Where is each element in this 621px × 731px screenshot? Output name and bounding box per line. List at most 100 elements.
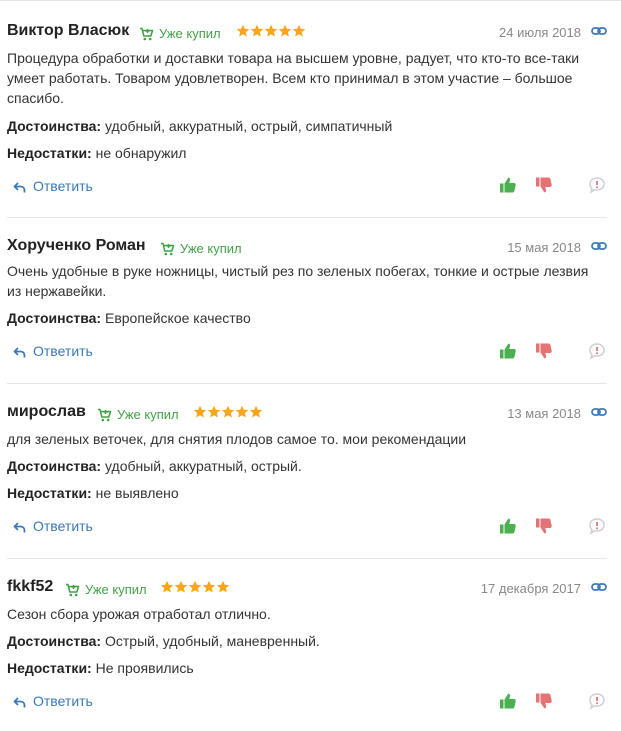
link-icon[interactable]	[591, 581, 607, 593]
review-pros: Достоинства: Европейское качество	[7, 308, 251, 328]
reply-arrow-icon	[13, 182, 26, 193]
pros-label: Достоинства:	[7, 458, 102, 474]
thumbs-down-icon[interactable]	[535, 342, 553, 360]
review-divider	[7, 558, 607, 559]
reply-arrow-icon	[13, 522, 26, 533]
bought-badge: Уже купил	[97, 407, 179, 422]
thumbs-down-icon[interactable]	[535, 176, 553, 194]
star-icon	[193, 405, 207, 418]
star-icon	[264, 24, 278, 37]
cons-label: Недостатки:	[7, 145, 92, 161]
reply-label: Ответить	[33, 343, 93, 359]
star-icon	[202, 580, 216, 593]
star-icon	[221, 405, 235, 418]
review-cons: Недостатки: Не проявились	[7, 658, 194, 678]
review-cons: Недостатки: не обнаружил	[7, 143, 186, 163]
review-card: Хорученко Роман Уже купил 15 мая 2018 Оч…	[7, 236, 607, 366]
review-pros: Достоинства: удобный, аккуратный, острый…	[7, 116, 392, 136]
thumbs-up-icon[interactable]	[499, 342, 517, 360]
complaint-icon[interactable]	[588, 176, 606, 194]
review-text: для зеленых веточек, для снятия плодов с…	[7, 431, 467, 447]
review-date: 13 мая 2018	[507, 406, 581, 421]
review-text: Очень удобные в руке ножницы, чистый рез…	[7, 263, 589, 299]
review-text: Процедура обработки и доставки товара на…	[7, 50, 580, 106]
link-icon[interactable]	[591, 406, 607, 418]
cons-text: Не проявились	[95, 660, 194, 676]
bought-badge: Уже купил	[160, 241, 242, 256]
cons-label: Недостатки:	[7, 660, 92, 676]
thumbs-down-icon[interactable]	[535, 517, 553, 535]
complaint-icon[interactable]	[588, 692, 606, 710]
reply-arrow-icon	[13, 697, 26, 708]
pros-label: Достоинства:	[7, 633, 102, 649]
cart-icon	[98, 408, 112, 422]
review-header: мирослав Уже купил 13 мая 2018	[7, 402, 607, 424]
reply-button[interactable]: Ответить	[13, 343, 93, 359]
thumbs-down-icon[interactable]	[535, 692, 553, 710]
bought-badge: Уже купил	[65, 582, 147, 597]
top-divider	[0, 0, 621, 1]
review-card: мирослав Уже купил 13 мая 2018 для зелен…	[7, 402, 607, 542]
complaint-icon[interactable]	[588, 342, 606, 360]
review-author: fkkf52	[7, 578, 54, 595]
reply-label: Ответить	[33, 693, 93, 709]
review-header: fkkf52 Уже купил 17 декабря 2017	[7, 577, 607, 599]
review-cons: Недостатки: не выявлено	[7, 483, 179, 503]
star-icon	[236, 24, 250, 37]
star-icon	[249, 405, 263, 418]
bought-label: Уже купил	[85, 582, 147, 597]
link-icon[interactable]	[591, 25, 607, 37]
review-author: Виктор Власюк	[7, 22, 130, 39]
link-icon[interactable]	[591, 240, 607, 252]
review-header: Виктор Власюк Уже купил 24 июля 2018	[7, 21, 607, 43]
cons-text: не обнаружил	[95, 145, 187, 161]
review-date: 24 июля 2018	[499, 25, 581, 40]
star-icon	[278, 24, 292, 37]
star-icon	[174, 580, 188, 593]
star-icon	[292, 24, 306, 37]
review-date: 15 мая 2018	[507, 240, 581, 255]
cart-icon	[161, 242, 175, 256]
reply-label: Ответить	[33, 518, 93, 534]
bought-label: Уже купил	[180, 241, 242, 256]
review-pros: Достоинства: удобный, аккуратный, острый…	[7, 456, 302, 476]
rating-stars	[160, 580, 230, 596]
star-icon	[235, 405, 249, 418]
cons-text: не выявлено	[95, 485, 179, 501]
reply-button[interactable]: Ответить	[13, 178, 93, 194]
cart-icon	[66, 583, 80, 597]
pros-text: удобный, аккуратный, острый, симпатичный	[105, 118, 393, 134]
review-divider	[7, 217, 607, 218]
star-icon	[160, 580, 174, 593]
review-date: 17 декабря 2017	[480, 581, 581, 596]
reply-arrow-icon	[13, 347, 26, 358]
bought-badge: Уже купил	[139, 26, 221, 41]
rating-stars	[236, 24, 306, 40]
pros-text: Острый, удобный, маневренный.	[105, 633, 320, 649]
bought-label: Уже купил	[159, 26, 221, 41]
cons-label: Недостатки:	[7, 485, 92, 501]
rating-stars	[193, 405, 263, 421]
review-divider	[7, 383, 607, 384]
thumbs-up-icon[interactable]	[499, 517, 517, 535]
pros-text: удобный, аккуратный, острый.	[105, 458, 302, 474]
pros-label: Достоинства:	[7, 310, 102, 326]
complaint-icon[interactable]	[588, 517, 606, 535]
cart-icon	[140, 27, 154, 41]
review-text: Сезон сбора урожая отработал отлично.	[7, 606, 271, 622]
bought-label: Уже купил	[117, 407, 179, 422]
star-icon	[250, 24, 264, 37]
review-pros: Достоинства: Острый, удобный, маневренны…	[7, 631, 320, 651]
reply-label: Ответить	[33, 178, 93, 194]
thumbs-up-icon[interactable]	[499, 176, 517, 194]
review-card: Виктор Власюк Уже купил 24 июля 2018 Про…	[7, 21, 607, 201]
review-header: Хорученко Роман Уже купил 15 мая 2018	[7, 236, 607, 258]
review-author: Хорученко Роман	[7, 237, 146, 254]
star-icon	[188, 580, 202, 593]
reply-button[interactable]: Ответить	[13, 693, 93, 709]
review-author: мирослав	[7, 403, 86, 420]
star-icon	[207, 405, 221, 418]
review-card: fkkf52 Уже купил 17 декабря 2017 Сезон с…	[7, 577, 607, 717]
thumbs-up-icon[interactable]	[499, 692, 517, 710]
reply-button[interactable]: Ответить	[13, 518, 93, 534]
